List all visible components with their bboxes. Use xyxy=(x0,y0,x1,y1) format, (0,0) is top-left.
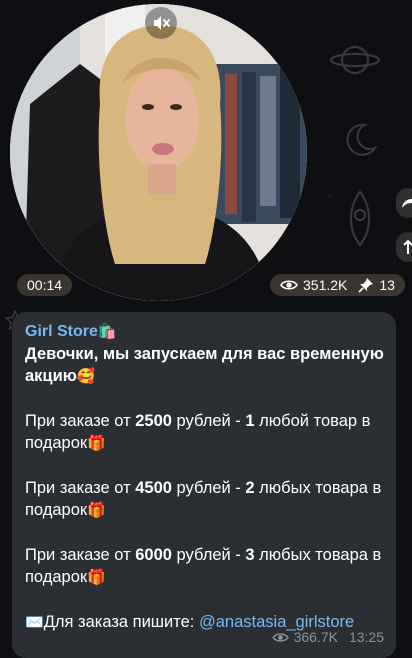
duration-text: 00:14 xyxy=(27,277,63,293)
offer-line: При заказе от 2500 рублей - 1 любой това… xyxy=(25,410,384,455)
offer-prefix: При заказе от xyxy=(25,479,136,497)
message-headline: Девочки, мы запускаем для вас временную … xyxy=(25,343,384,388)
offer-count: 1 xyxy=(245,412,255,430)
offer-count: 2 xyxy=(245,479,255,497)
share-button[interactable] xyxy=(396,188,412,218)
scroll-down-button[interactable] xyxy=(396,232,412,262)
offer-line: При заказе от 4500 рублей - 2 любых това… xyxy=(25,477,384,522)
offer-amount: 2500 xyxy=(135,412,172,430)
video-views: 351.2K xyxy=(303,277,348,293)
gift-icon: 🎁 xyxy=(87,435,106,452)
contact-text: Для заказа пишите: xyxy=(43,613,199,631)
sender-name[interactable]: Girl Store xyxy=(25,323,98,340)
offer-prefix: При заказе от xyxy=(25,546,136,564)
offer-prefix: При заказе от xyxy=(25,412,136,430)
video-stats-badge: 351.2K 13 xyxy=(270,274,405,296)
gift-icon: 🎁 xyxy=(87,569,106,586)
planet-doodle-icon xyxy=(330,40,380,80)
video-note[interactable] xyxy=(10,4,307,301)
offer-amount: 6000 xyxy=(135,546,172,564)
message-meta: 366.7K 13:25 xyxy=(271,626,384,648)
smiling-face-hearts-icon: 🥰 xyxy=(76,368,96,385)
rocket-doodle-icon xyxy=(340,190,380,250)
offer-count: 3 xyxy=(245,546,255,564)
message-views: 366.7K xyxy=(293,629,338,645)
message-time: 13:25 xyxy=(348,629,384,645)
eye-icon xyxy=(280,280,298,290)
duration-badge: 00:14 xyxy=(17,274,73,296)
offer-mid: рублей - xyxy=(171,479,246,497)
offer-line: При заказе от 6000 рублей - 3 любых това… xyxy=(25,544,384,589)
offer-mid: рублей - xyxy=(171,546,246,564)
message-bubble[interactable]: Girl Store🛍️ Девочки, мы запускаем для в… xyxy=(12,312,396,658)
shopping-bags-icon: 🛍️ xyxy=(97,323,117,340)
arrow-icon xyxy=(403,239,412,254)
mute-icon[interactable] xyxy=(145,7,177,39)
eye-icon xyxy=(271,632,289,642)
video-reactions: 13 xyxy=(379,277,395,293)
message-sender[interactable]: Girl Store🛍️ xyxy=(25,320,384,343)
offer-mid: рублей - xyxy=(171,412,246,430)
moon-doodle-icon xyxy=(340,120,380,160)
share-arrow-icon xyxy=(402,195,412,208)
offer-amount: 4500 xyxy=(135,479,172,497)
pin-icon xyxy=(358,278,374,293)
gift-icon: 🎁 xyxy=(87,502,106,519)
envelope-icon: ✉️ xyxy=(25,614,44,631)
